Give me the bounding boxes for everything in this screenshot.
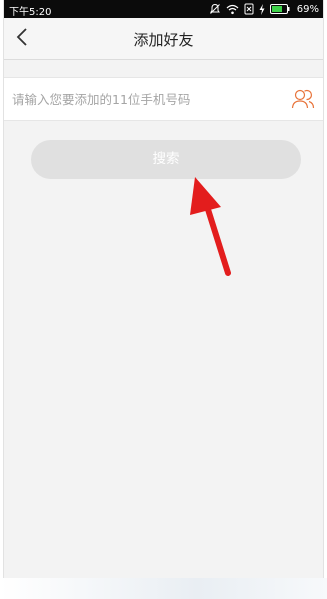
app-screen: 下午5:20 69% 添加好友 请输入您要添加的11位手机号码 搜索 [3, 0, 324, 580]
nav-bar: 添加好友 [4, 18, 323, 60]
phone-number-input[interactable] [12, 78, 287, 120]
bottom-edge [0, 578, 327, 599]
phone-search-row [4, 77, 323, 121]
mute-icon [209, 3, 221, 15]
charging-icon [259, 3, 265, 15]
status-time: 下午5:20 [9, 7, 52, 18]
no-sim-icon [244, 3, 254, 15]
status-icons: 69% [209, 2, 319, 16]
contacts-icon[interactable] [291, 88, 315, 110]
battery-percent: 69% [296, 3, 319, 15]
wifi-icon [226, 4, 239, 15]
page-title: 添加好友 [133, 31, 194, 49]
search-button[interactable]: 搜索 [31, 140, 301, 179]
battery-icon [269, 4, 290, 14]
status-bar: 下午5:20 69% [4, 0, 323, 18]
